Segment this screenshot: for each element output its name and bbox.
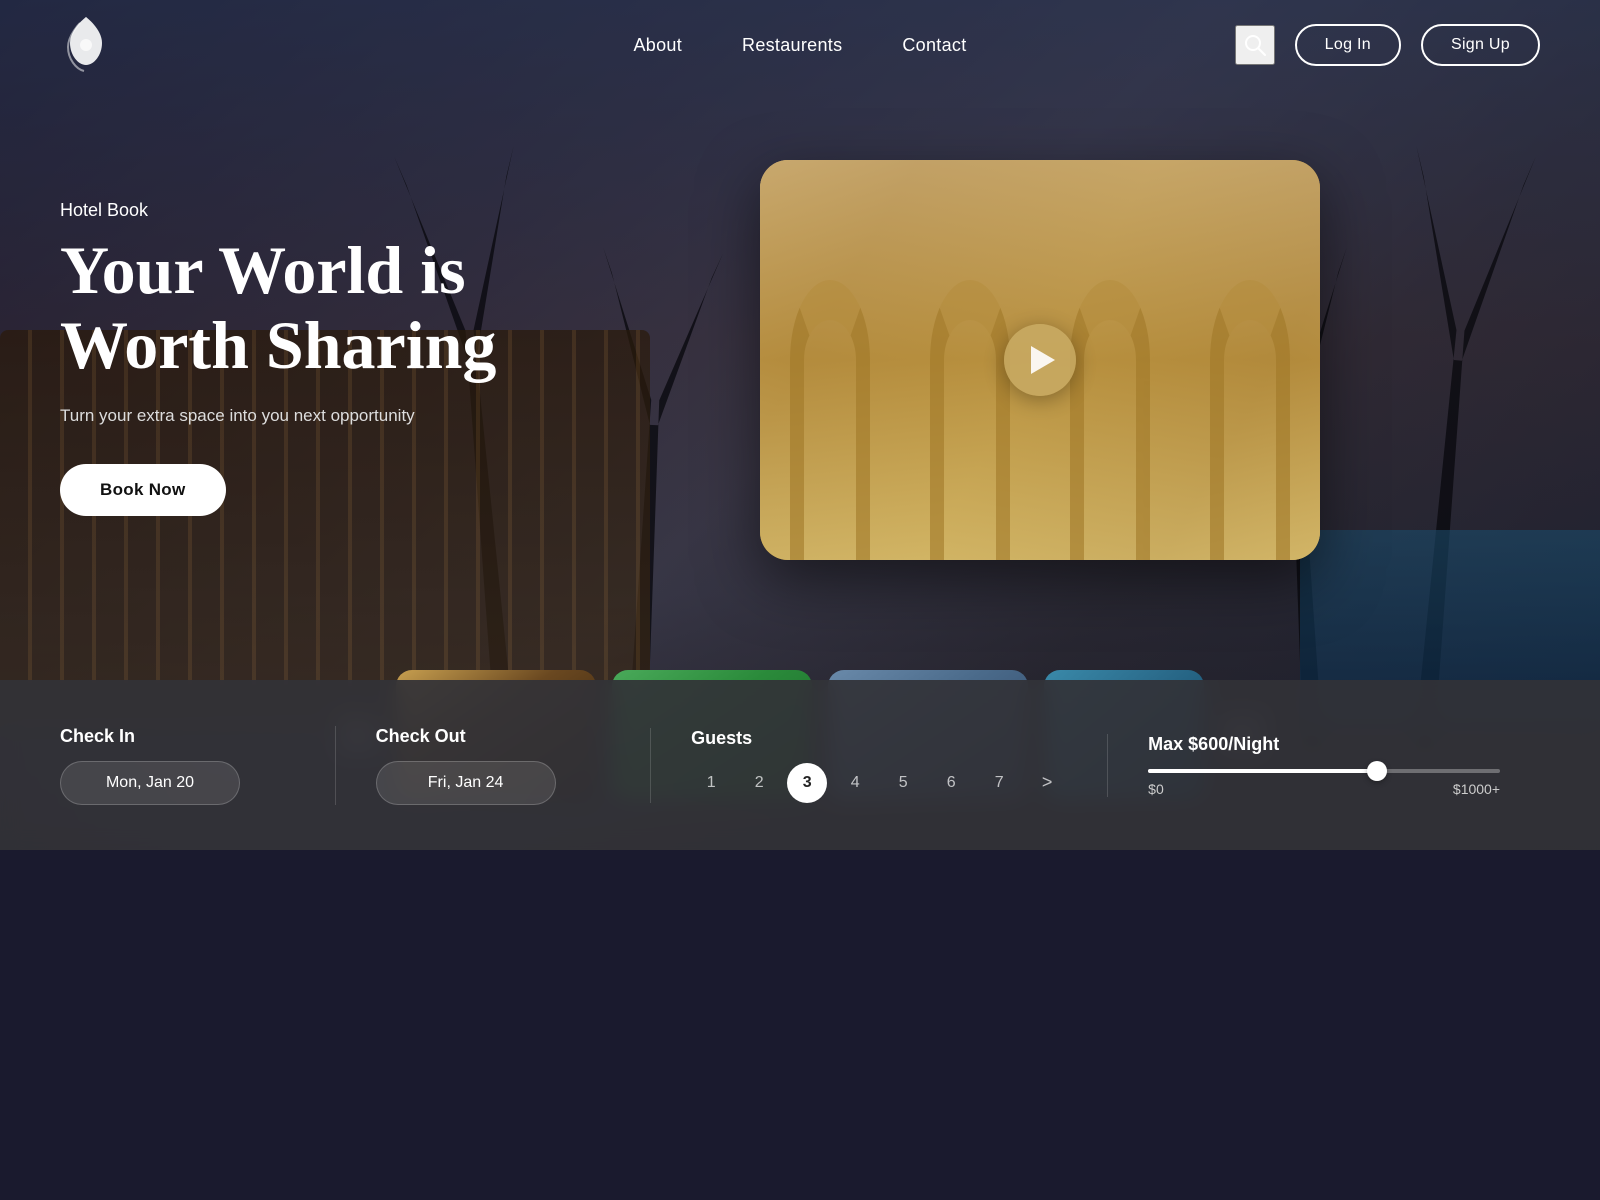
search-icon [1244, 34, 1266, 56]
play-button[interactable] [1004, 324, 1076, 396]
book-now-button[interactable]: Book Now [60, 464, 226, 516]
price-range-labels: $0 $1000+ [1148, 781, 1500, 797]
price-max-label: $1000+ [1453, 781, 1500, 797]
checkin-input[interactable]: Mon, Jan 20 [60, 761, 240, 805]
guest-more-button[interactable]: > [1027, 763, 1067, 803]
guest-5-button[interactable]: 5 [883, 763, 923, 803]
video-card [760, 160, 1320, 560]
login-button[interactable]: Log In [1295, 24, 1401, 66]
nav-about[interactable]: About [633, 35, 682, 56]
checkout-section: Check Out Fri, Jan 24 [335, 726, 651, 805]
search-button[interactable] [1235, 25, 1275, 65]
guest-1-button[interactable]: 1 [691, 763, 731, 803]
price-min-label: $0 [1148, 781, 1164, 797]
checkin-label: Check In [60, 726, 295, 747]
guest-2-button[interactable]: 2 [739, 763, 779, 803]
nav-links: About Restaurents Contact [633, 35, 966, 56]
checkout-input[interactable]: Fri, Jan 24 [376, 761, 556, 805]
guest-3-button[interactable]: 3 [787, 763, 827, 803]
price-slider-track [1148, 769, 1500, 773]
price-slider-fill [1148, 769, 1377, 773]
hero-section: About Restaurents Contact Log In Sign Up… [0, 0, 1600, 850]
checkout-label: Check Out [376, 726, 611, 747]
price-section: Max $600/Night $0 $1000+ [1107, 734, 1540, 797]
arch-1 [790, 280, 870, 560]
price-slider-thumb[interactable] [1367, 761, 1387, 781]
nav-restaurants[interactable]: Restaurents [742, 35, 842, 56]
booking-bar: Check In Mon, Jan 20 Check Out Fri, Jan … [0, 680, 1600, 850]
nav-contact[interactable]: Contact [902, 35, 966, 56]
guest-4-button[interactable]: 4 [835, 763, 875, 803]
nav-actions: Log In Sign Up [1235, 24, 1540, 66]
guests-stepper: 1 2 3 4 5 6 7 > [691, 763, 1067, 803]
price-label: Max $600/Night [1148, 734, 1500, 755]
checkin-section: Check In Mon, Jan 20 [60, 726, 335, 805]
hero-title: Your World is Worth Sharing [60, 233, 496, 383]
signup-button[interactable]: Sign Up [1421, 24, 1540, 66]
guests-section: Guests 1 2 3 4 5 6 7 > [650, 728, 1107, 803]
arch-4 [1210, 280, 1290, 560]
arch-2 [930, 280, 1010, 560]
guest-7-button[interactable]: 7 [979, 763, 1019, 803]
logo[interactable] [60, 13, 112, 77]
video-card-inner [760, 160, 1320, 560]
hero-description: Turn your extra space into you next oppo… [60, 403, 496, 429]
navbar: About Restaurents Contact Log In Sign Up [0, 0, 1600, 90]
logo-icon [60, 13, 112, 77]
hero-subtitle: Hotel Book [60, 200, 496, 221]
hero-content: Hotel Book Your World is Worth Sharing T… [60, 200, 496, 516]
guests-label: Guests [691, 728, 1067, 749]
guest-6-button[interactable]: 6 [931, 763, 971, 803]
arch-3 [1070, 280, 1150, 560]
